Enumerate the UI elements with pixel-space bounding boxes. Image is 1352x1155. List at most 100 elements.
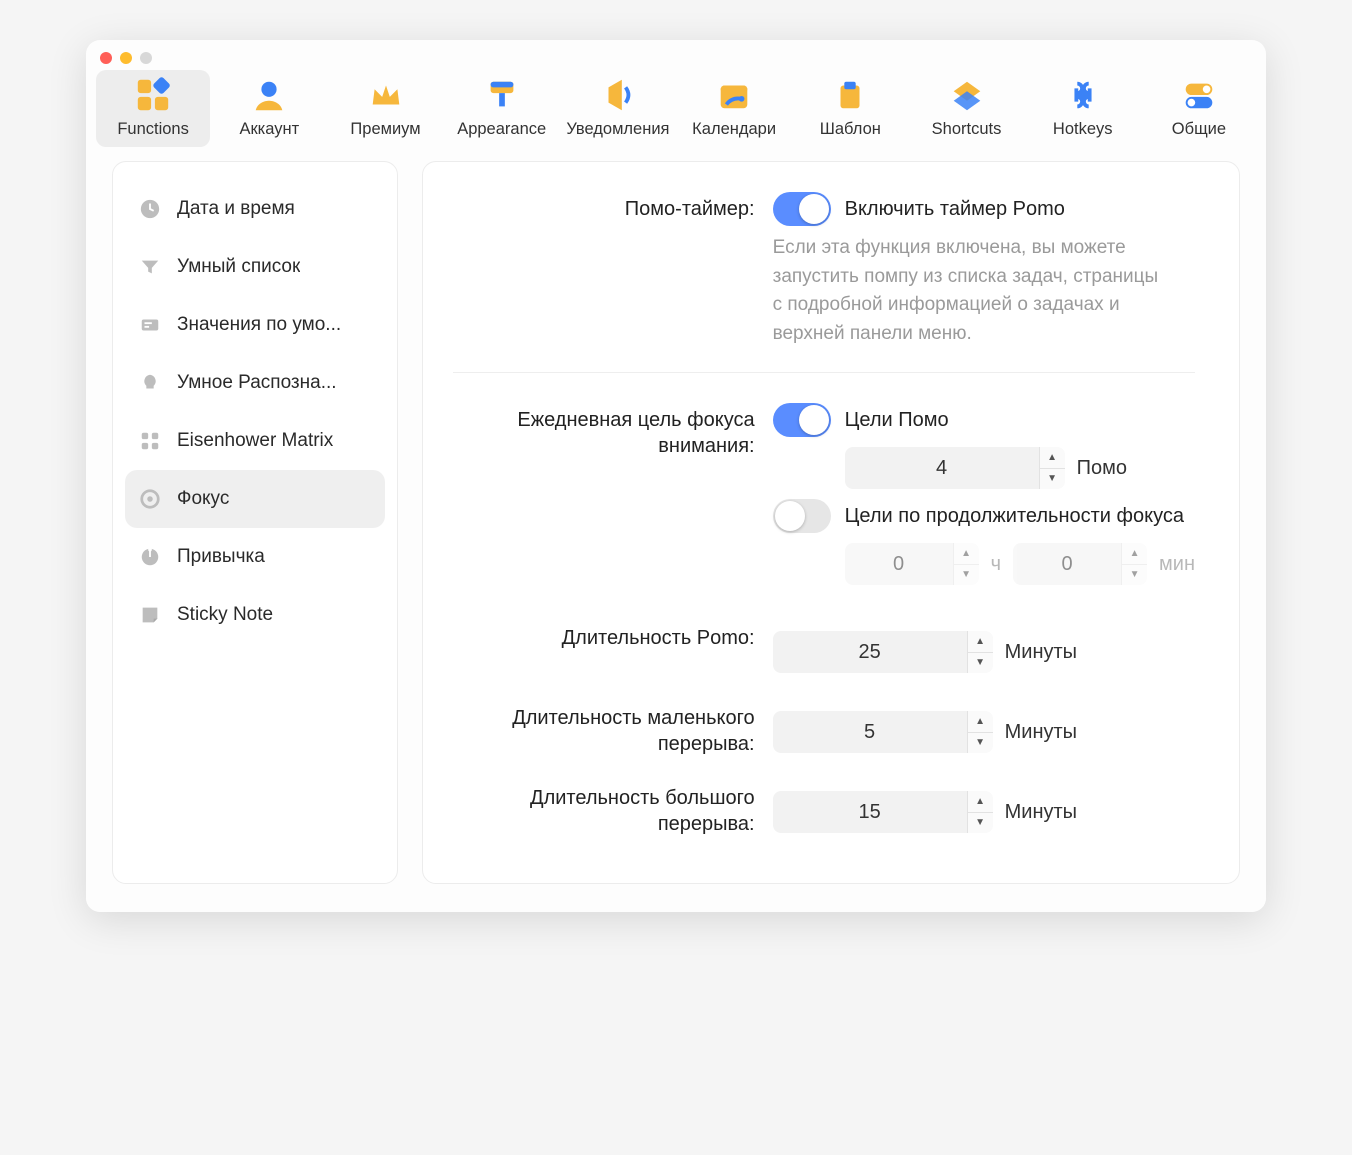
tab-label: Премиум [350, 120, 420, 139]
sidebar-item-label: Sticky Note [177, 604, 273, 626]
tab-general[interactable]: Общие [1142, 70, 1256, 147]
zoom-window-button[interactable] [140, 52, 152, 64]
close-window-button[interactable] [100, 52, 112, 64]
tab-label: Hotkeys [1053, 120, 1113, 139]
duration-goals-toggle[interactable] [773, 499, 831, 533]
appearance-icon [483, 76, 521, 114]
pomo-goals-unit: Помо [1077, 457, 1127, 480]
stepper-down[interactable]: ▼ [1122, 565, 1147, 586]
stepper-up[interactable]: ▲ [954, 543, 979, 565]
stepper-up[interactable]: ▲ [1122, 543, 1147, 565]
pomo-goals-toggle[interactable] [773, 403, 831, 437]
duration-hours-unit: ч [991, 553, 1001, 576]
content-panel: Помо-таймер: Включить таймер Pomo Если э… [422, 161, 1240, 884]
pomo-enable-label: Включить таймер Pomo [845, 198, 1065, 221]
sidebar-item-eisenhower[interactable]: Eisenhower Matrix [125, 412, 385, 470]
minimize-window-button[interactable] [120, 52, 132, 64]
clock-icon [139, 198, 161, 220]
pomo-goals-label: Цели Помо [845, 409, 949, 432]
duration-hours-value: 0 [845, 543, 953, 585]
functions-icon [134, 76, 172, 114]
tab-label: Functions [117, 120, 189, 139]
stepper-down[interactable]: ▼ [954, 565, 979, 586]
hotkeys-icon [1064, 76, 1102, 114]
sidebar-item-label: Дата и время [177, 198, 295, 220]
sidebar-item-label: Фокус [177, 488, 229, 510]
pomo-goals-value: 4 [845, 447, 1039, 489]
sidebar-item-smartlist[interactable]: Умный список [125, 238, 385, 296]
tab-label: Уведомления [566, 120, 669, 139]
tab-premium[interactable]: Премиум [328, 70, 442, 147]
short-break-value: 5 [773, 711, 967, 753]
tab-label: Календари [692, 120, 776, 139]
tab-appearance[interactable]: Appearance [445, 70, 559, 147]
tab-label: Аккаунт [239, 120, 299, 139]
pomo-length-label: Длительность Pomo: [453, 621, 773, 683]
focus-icon [139, 488, 161, 510]
pomo-goals-stepper[interactable]: 4 ▲▼ [845, 447, 1065, 489]
pomo-timer-label: Помо-таймер: [453, 192, 773, 348]
stepper-down[interactable]: ▼ [968, 733, 993, 754]
sidebar-item-sticky[interactable]: Sticky Note [125, 586, 385, 644]
long-break-value: 15 [773, 791, 967, 833]
preferences-window: Functions Аккаунт Премиум Appearance Уве… [86, 40, 1266, 912]
calendars-icon [715, 76, 753, 114]
filter-icon [139, 256, 161, 278]
pomo-description: Если эта функция включена, вы можете зап… [773, 234, 1173, 348]
tab-shortcuts[interactable]: Shortcuts [909, 70, 1023, 147]
tab-hotkeys[interactable]: Hotkeys [1026, 70, 1140, 147]
habit-icon [139, 546, 161, 568]
stepper-up[interactable]: ▲ [968, 711, 993, 733]
pomo-length-stepper[interactable]: 25 ▲▼ [773, 631, 993, 673]
sidebar-item-datetime[interactable]: Дата и время [125, 180, 385, 238]
tab-calendars[interactable]: Календари [677, 70, 791, 147]
matrix-icon [139, 430, 161, 452]
tab-notifications[interactable]: Уведомления [561, 70, 675, 147]
sidebar-item-label: Умное Распозна... [177, 372, 337, 394]
tab-account[interactable]: Аккаунт [212, 70, 326, 147]
toolbar: Functions Аккаунт Премиум Appearance Уве… [86, 64, 1266, 157]
long-break-label: Длительность большого перерыва: [453, 781, 773, 843]
stepper-up[interactable]: ▲ [1040, 447, 1065, 469]
tab-label: Appearance [457, 120, 546, 139]
template-icon [831, 76, 869, 114]
stepper-down[interactable]: ▼ [968, 813, 993, 834]
general-icon [1180, 76, 1218, 114]
shortcuts-icon [948, 76, 986, 114]
long-break-stepper[interactable]: 15 ▲▼ [773, 791, 993, 833]
tab-functions[interactable]: Functions [96, 70, 210, 147]
pomo-length-value: 25 [773, 631, 967, 673]
stepper-up[interactable]: ▲ [968, 631, 993, 653]
sidebar-item-defaults[interactable]: Значения по умо... [125, 296, 385, 354]
sidebar-item-label: Значения по умо... [177, 314, 341, 336]
sidebar: Дата и время Умный список Значения по ум… [112, 161, 398, 884]
account-icon [250, 76, 288, 114]
minutes-unit: Минуты [1005, 721, 1077, 744]
sidebar-item-habit[interactable]: Привычка [125, 528, 385, 586]
short-break-stepper[interactable]: 5 ▲▼ [773, 711, 993, 753]
minutes-unit: Минуты [1005, 801, 1077, 824]
sidebar-item-smartrecog[interactable]: Умное Распозна... [125, 354, 385, 412]
duration-mins-unit: мин [1159, 553, 1195, 576]
defaults-icon [139, 314, 161, 336]
stepper-down[interactable]: ▼ [968, 653, 993, 674]
sidebar-item-label: Привычка [177, 546, 265, 568]
duration-mins-stepper[interactable]: 0 ▲▼ [1013, 543, 1147, 585]
notifications-icon [599, 76, 637, 114]
sticky-icon [139, 604, 161, 626]
duration-hours-stepper[interactable]: 0 ▲▼ [845, 543, 979, 585]
premium-icon [367, 76, 405, 114]
sidebar-item-label: Умный список [177, 256, 300, 278]
titlebar [86, 40, 1266, 64]
pomo-enable-toggle[interactable] [773, 192, 831, 226]
duration-goals-label: Цели по продолжительности фокуса [845, 505, 1184, 528]
sidebar-item-label: Eisenhower Matrix [177, 430, 333, 452]
tab-label: Shortcuts [932, 120, 1002, 139]
stepper-down[interactable]: ▼ [1040, 469, 1065, 490]
tab-label: Общие [1172, 120, 1226, 139]
tab-template[interactable]: Шаблон [793, 70, 907, 147]
sidebar-item-focus[interactable]: Фокус [125, 470, 385, 528]
duration-mins-value: 0 [1013, 543, 1121, 585]
stepper-up[interactable]: ▲ [968, 791, 993, 813]
bulb-icon [139, 372, 161, 394]
